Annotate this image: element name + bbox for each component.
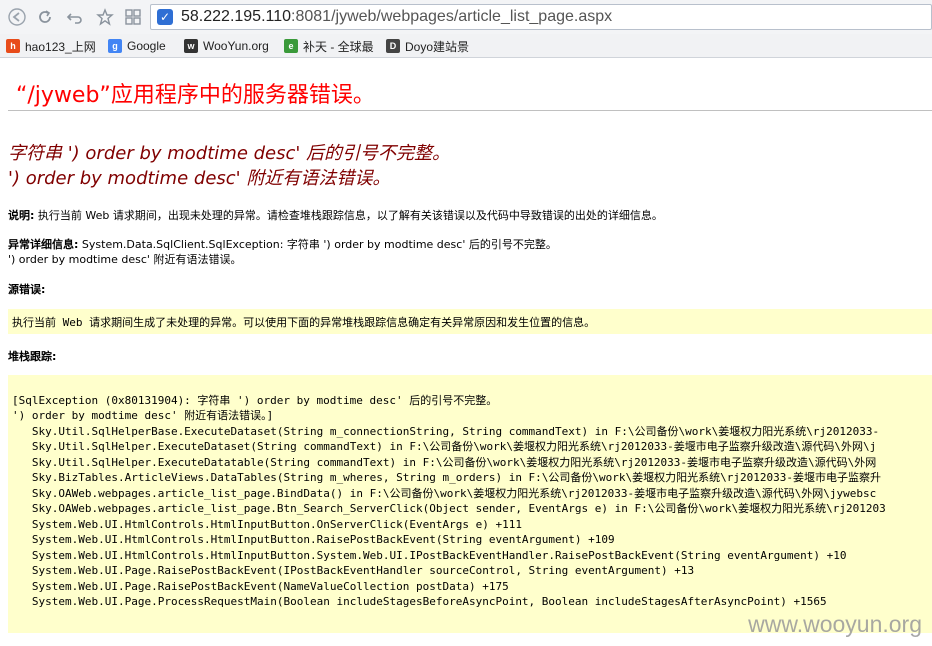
stack-trace-label: 堆栈跟踪: bbox=[8, 350, 57, 363]
address-bar[interactable]: ✓ 58.222.195.110:8081/jyweb/webpages/art… bbox=[150, 4, 932, 30]
wooyun-icon: w bbox=[184, 39, 198, 53]
bookmark-google[interactable]: g Google bbox=[108, 37, 176, 55]
watermark: www.wooyun.org bbox=[748, 611, 922, 637]
stack-line: System.Web.UI.HtmlControls.HtmlInputButt… bbox=[12, 549, 847, 562]
bookmarks-bar: h hao123_上网 g Google w WooYun.org e 补天 -… bbox=[0, 34, 932, 58]
undo-button[interactable] bbox=[64, 6, 86, 28]
favorite-button[interactable] bbox=[94, 6, 116, 28]
bookmark-label: Google bbox=[127, 39, 166, 53]
stack-line: Sky.Util.SqlHelperBase.ExecuteDataset(St… bbox=[12, 425, 880, 438]
bookmark-label: hao123_上网 bbox=[25, 39, 96, 54]
stack-line: System.Web.UI.HtmlControls.HtmlInputButt… bbox=[12, 533, 615, 546]
bookmark-wooyun[interactable]: w WooYun.org bbox=[184, 37, 272, 55]
page-title: “/jyweb”应用程序中的服务器错误。 bbox=[16, 83, 375, 108]
stack-line: System.Web.UI.Page.RaisePostBackEvent(IP… bbox=[12, 564, 695, 577]
stack-trace-row: 堆栈跟踪: bbox=[8, 348, 56, 364]
undo-icon bbox=[66, 13, 82, 24]
back-arrow-icon bbox=[8, 8, 26, 26]
star-icon bbox=[96, 8, 114, 26]
url-host: 58.222.195.110 bbox=[181, 8, 292, 25]
source-error-row: 源错误: bbox=[8, 281, 45, 297]
bookmark-hao123[interactable]: h hao123_上网 bbox=[6, 37, 98, 55]
back-button[interactable] bbox=[6, 6, 28, 28]
exception-text: System.Data.SqlClient.SqlException: 字符串 … bbox=[78, 238, 557, 251]
stack-line: Sky.OAWeb.webpages.article_list_page.Bin… bbox=[12, 487, 877, 500]
apps-button[interactable] bbox=[122, 6, 144, 28]
stack-line: Sky.Util.SqlHelper.ExecuteDatatable(Stri… bbox=[12, 456, 877, 469]
bookmark-doyo[interactable]: D Doyo建站景 bbox=[386, 37, 476, 55]
stack-line: Sky.BizTables.ArticleViews.DataTables(St… bbox=[12, 471, 882, 484]
title-divider bbox=[8, 110, 932, 111]
source-error-text: 执行当前 Web 请求期间生成了未处理的异常。可以使用下面的异常堆栈跟踪信息确定… bbox=[12, 316, 596, 329]
exception-row-2: ') order by modtime desc' 附近有语法错误。 bbox=[8, 251, 241, 267]
bookmark-label: WooYun.org bbox=[203, 39, 269, 53]
browser-toolbar: ✓ 58.222.195.110:8081/jyweb/webpages/art… bbox=[0, 0, 932, 34]
bookmark-label: 补天 - 全球最 bbox=[303, 39, 374, 54]
stack-line: [SqlException (0x80131904): 字符串 ') order… bbox=[12, 394, 498, 407]
exception-text-2: ') order by modtime desc' 附近有语法错误。 bbox=[8, 253, 242, 266]
exception-label: 异常详细信息: bbox=[8, 238, 79, 251]
page-content: “/jyweb”应用程序中的服务器错误。 字符串 ') order by mod… bbox=[0, 59, 932, 646]
butian-icon: e bbox=[284, 39, 298, 53]
stack-line: System.Web.UI.Page.ProcessRequestMain(Bo… bbox=[12, 595, 827, 608]
stack-line: System.Web.UI.Page.RaisePostBackEvent(Na… bbox=[12, 580, 509, 593]
stack-line: Sky.OAWeb.webpages.article_list_page.Btn… bbox=[12, 502, 886, 515]
address-url[interactable]: 58.222.195.110:8081/jyweb/webpages/artic… bbox=[181, 8, 612, 26]
doyo-icon: D bbox=[386, 39, 400, 53]
stack-trace-box: [SqlException (0x80131904): 字符串 ') order… bbox=[8, 375, 932, 633]
exception-row: 异常详细信息: System.Data.SqlClient.SqlExcepti… bbox=[8, 236, 557, 252]
google-icon: g bbox=[108, 39, 122, 53]
refresh-icon bbox=[39, 10, 51, 23]
description-text: 执行当前 Web 请求期间，出现未处理的异常。请检查堆栈跟踪信息，以了解有关该错… bbox=[34, 209, 663, 222]
url-path: :8081/jyweb/webpages/article_list_page.a… bbox=[291, 8, 613, 25]
stack-line: Sky.Util.SqlHelper.ExecuteDataset(String… bbox=[12, 440, 877, 453]
error-message-line2: ') order by modtime desc' 附近有语法错误。 bbox=[8, 168, 391, 189]
bookmark-label: Doyo建站景 bbox=[405, 39, 470, 54]
stack-line: System.Web.UI.HtmlControls.HtmlInputButt… bbox=[12, 518, 522, 531]
source-error-label: 源错误: bbox=[8, 283, 46, 296]
hao123-icon: h bbox=[6, 39, 20, 53]
bookmark-butian[interactable]: e 补天 - 全球最 bbox=[284, 37, 378, 55]
description-label: 说明: bbox=[8, 209, 35, 222]
error-message-line1: 字符串 ') order by modtime desc' 后的引号不完整。 bbox=[8, 143, 451, 164]
refresh-button[interactable] bbox=[34, 6, 56, 28]
source-error-box: 执行当前 Web 请求期间生成了未处理的异常。可以使用下面的异常堆栈跟踪信息确定… bbox=[8, 309, 932, 334]
stack-line: ') order by modtime desc' 附近有语法错误。] bbox=[12, 409, 274, 422]
security-shield-icon: ✓ bbox=[157, 9, 173, 25]
description-row: 说明: 执行当前 Web 请求期间，出现未处理的异常。请检查堆栈跟踪信息，以了解… bbox=[8, 207, 663, 223]
grid-icon bbox=[125, 9, 141, 25]
